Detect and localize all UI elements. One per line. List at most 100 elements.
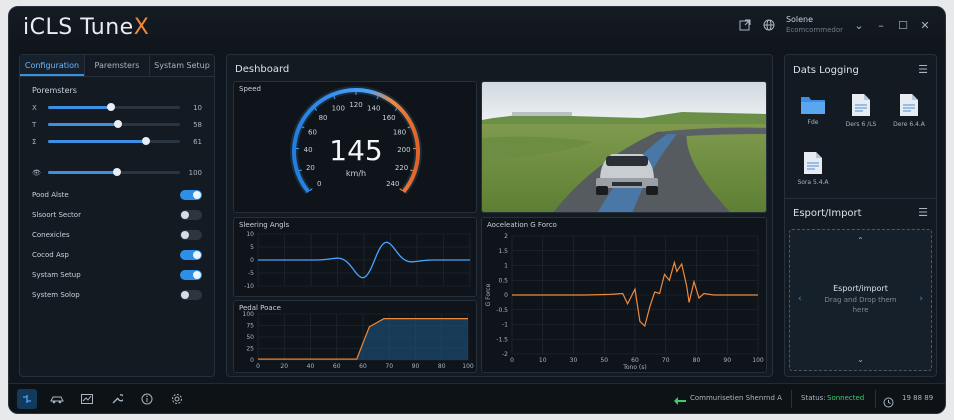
toggle-switch[interactable] — [180, 230, 202, 240]
drop-zone[interactable]: ⌃ ‹ › Esport/import Drag and Drop them h… — [789, 229, 932, 371]
document-icon — [900, 94, 918, 116]
axis-tick-label: 90 — [723, 357, 731, 364]
chevron-down-icon[interactable]: ⌄ — [790, 355, 931, 364]
info-icon[interactable] — [137, 389, 157, 409]
chevron-up-icon[interactable]: ⌃ — [790, 236, 931, 245]
car-icon[interactable] — [47, 389, 67, 409]
axis-tick-label: 75 — [246, 323, 254, 330]
toggle-switch[interactable] — [180, 290, 202, 300]
slider-icon: T — [32, 120, 37, 129]
tab-parameters[interactable]: Paremsters — [85, 55, 150, 76]
gauge-tick-label: 20 — [306, 164, 315, 172]
config-icon[interactable] — [17, 389, 37, 409]
minimize-button[interactable]: – — [875, 19, 887, 32]
slider-handle[interactable] — [113, 120, 122, 128]
axis-tick-label: 40 — [307, 363, 315, 370]
log-file[interactable]: Fde — [789, 93, 837, 126]
axis-tick-label: 80 — [438, 363, 446, 370]
gauge-tick-label: 60 — [308, 129, 317, 137]
slider-fill — [48, 140, 146, 143]
speed-unit: km/h — [346, 169, 366, 178]
app-window: iCLS TuneX Solene Ecomcommedor ⌄ – ☐ ✕ C… — [8, 6, 946, 414]
axis-tick-label: 1.5 — [498, 248, 508, 255]
gauge-tick-label: 100 — [332, 104, 345, 112]
slider-track[interactable] — [48, 137, 180, 145]
tab-system-setup[interactable]: Systam Setup — [150, 55, 214, 76]
toggle-knob — [193, 191, 201, 199]
axis-tick-label: 1 — [504, 263, 508, 270]
file-name: Sora 5.4.A — [797, 179, 829, 186]
axis-tick-label: 0 — [250, 257, 254, 264]
toggle-knob — [181, 291, 189, 299]
axis-tick-label: 20 — [280, 363, 288, 370]
slider-handle[interactable] — [112, 168, 121, 176]
toggle-switch[interactable] — [180, 270, 202, 280]
chevron-down-icon[interactable]: ⌄ — [853, 19, 865, 32]
slider-handle[interactable] — [141, 137, 150, 145]
axis-tick-label: 60 — [359, 363, 367, 370]
slider-handle[interactable] — [107, 103, 116, 111]
user-menu[interactable]: Solene Ecomcommedor — [786, 15, 843, 35]
tab-configuration[interactable]: Configuration — [20, 55, 85, 76]
toggle-switch[interactable] — [180, 190, 202, 200]
maximize-button[interactable]: ☐ — [897, 19, 909, 32]
export-menu-icon[interactable]: ☰ — [918, 206, 928, 219]
divider — [875, 390, 876, 408]
log-file[interactable]: Sora 5.4.A — [789, 151, 837, 186]
toggle-row: Cocod Asp — [20, 245, 214, 265]
chart-icon[interactable] — [77, 389, 97, 409]
toggle-switch[interactable] — [180, 210, 202, 220]
axis-tick-label: 30 — [570, 357, 578, 364]
toggle-label: System Solop — [32, 291, 80, 299]
logging-menu-icon[interactable]: ☰ — [918, 63, 928, 76]
toggle-label: Cocod Asp — [32, 251, 69, 259]
log-file[interactable]: Dere 6.4.A — [885, 93, 933, 128]
document-icon — [852, 94, 870, 116]
user-name: Solene — [785, 15, 814, 24]
slider-value: 58 — [193, 120, 202, 129]
gauge-tick-label: 0 — [317, 180, 321, 188]
axis-tick-label: 60 — [631, 357, 639, 364]
slider-track[interactable] — [48, 103, 180, 111]
parameters-heading: Poremsters — [32, 86, 77, 95]
axis-tick-label: 70 — [662, 357, 670, 364]
steering-label: Sleering Angls — [239, 221, 290, 229]
slider-value: 10 — [193, 103, 202, 112]
toggle-label: Systam Setup — [32, 271, 81, 279]
toggle-knob — [181, 211, 189, 219]
axis-tick-label: 10 — [246, 231, 254, 238]
wrench-icon[interactable] — [107, 389, 127, 409]
export-icon[interactable] — [738, 18, 752, 32]
export-title: Esport/Import — [793, 208, 862, 219]
axis-tick-label: 50 — [600, 357, 608, 364]
toggle-label: Pood Alste — [32, 191, 69, 199]
log-file[interactable]: Ders 6 /LS — [837, 93, 885, 128]
dashboard-panel: Deshboard Speed 0 20 40 60 80 100 120 140 160 180… — [226, 54, 773, 377]
slider-icon: X — [32, 103, 37, 112]
parameter-slider[interactable]: T 58 — [20, 116, 214, 133]
logging-title: Dats Logging — [793, 65, 859, 76]
toggle-row: Conexicles — [20, 225, 214, 245]
title-bar: iCLS TuneX Solene Ecomcommedor ⌄ – ☐ ✕ — [9, 7, 945, 53]
communication-status: Commurisetien Shenrnd A — [690, 394, 782, 402]
steering-chart: 10 5 0 -5 -10 — [244, 231, 471, 290]
gauge-tick-label: 160 — [382, 114, 395, 122]
parameter-slider[interactable]: X 10 — [20, 99, 214, 116]
axis-tick-label: -2 — [502, 351, 508, 358]
folder-icon — [801, 97, 825, 114]
gauge-tick-label: 240 — [386, 180, 399, 188]
status-label: Status: — [801, 394, 826, 402]
globe-icon[interactable] — [762, 18, 776, 32]
close-button[interactable]: ✕ — [919, 19, 931, 32]
x-axis-label: Tono (s) — [622, 364, 647, 371]
slider-track[interactable] — [48, 168, 180, 176]
parameter-slider[interactable]: Σ 61 — [20, 133, 214, 150]
gear-icon[interactable] — [167, 389, 187, 409]
toggle-label: Conexicles — [32, 231, 70, 239]
toggle-knob — [193, 271, 201, 279]
drop-title: Esport/import — [833, 284, 888, 293]
gauge-tick-label: 40 — [304, 146, 313, 154]
slider-track[interactable] — [48, 120, 180, 128]
parameter-slider[interactable]: 👁 100 — [20, 164, 214, 181]
toggle-switch[interactable] — [180, 250, 202, 260]
